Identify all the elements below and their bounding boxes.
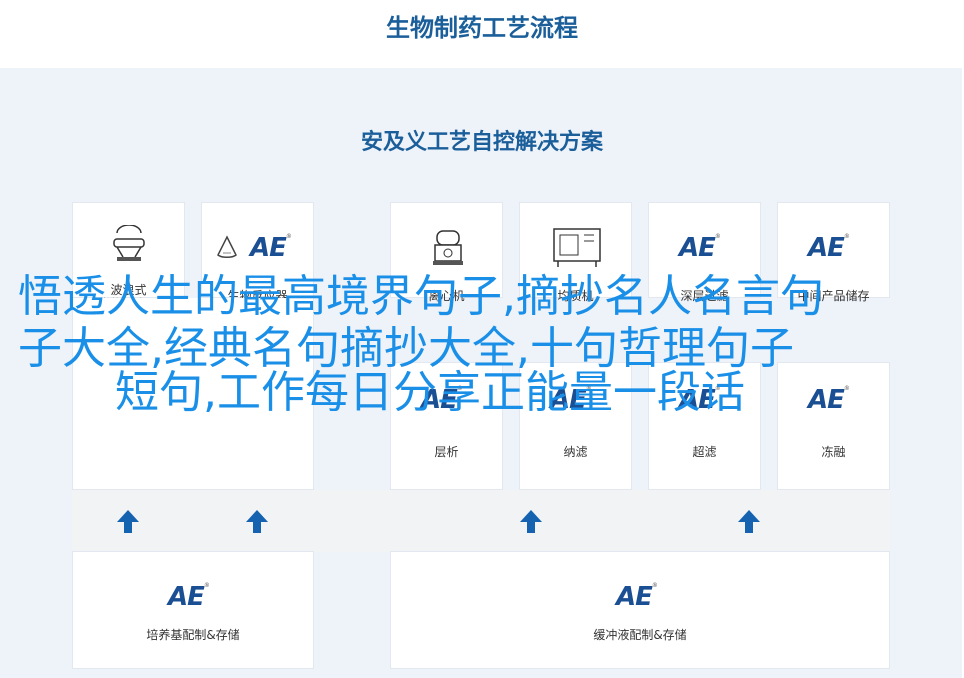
centrifuge-icon xyxy=(431,227,465,271)
card-label: 纳滤 xyxy=(563,445,588,459)
overlay-line-3: 短句,工作每日分享正能量一段话 xyxy=(115,367,745,418)
panel-subtitle: 安及义工艺自控解决方案 xyxy=(360,130,603,155)
overlay-line-1: 悟透人生的最高境界句子,摘抄名人名言句 xyxy=(18,271,824,322)
card-label: 超滤 xyxy=(692,445,717,459)
ae-logo-icon: AE® xyxy=(808,233,850,263)
ae-logo-icon: AE® xyxy=(250,233,292,263)
card-media-prep[interactable]: AE® 培养基配制&存储 xyxy=(72,551,314,669)
rocker-bioreactor-icon xyxy=(111,224,147,269)
card-label: 缓冲液配制&存储 xyxy=(593,628,687,642)
card-label: 层析 xyxy=(434,445,459,459)
card-buffer-prep[interactable]: AE® 缓冲液配制&存储 xyxy=(390,551,890,669)
arrow-band xyxy=(72,490,890,552)
card-label: 冻融 xyxy=(821,445,846,459)
drop-icon xyxy=(216,235,238,265)
ae-logo-icon: AE® xyxy=(616,582,658,612)
ae-logo-icon: AE® xyxy=(168,582,210,612)
ae-logo-icon: AE® xyxy=(679,233,721,263)
card-label: 培养基配制&存储 xyxy=(146,628,240,642)
card-freeze-thaw[interactable]: AE® 冻融 xyxy=(777,362,890,490)
page-title: 生物制药工艺流程 xyxy=(386,14,578,42)
ae-logo-icon: AE® xyxy=(808,385,850,415)
homogenizer-icon xyxy=(550,225,604,273)
